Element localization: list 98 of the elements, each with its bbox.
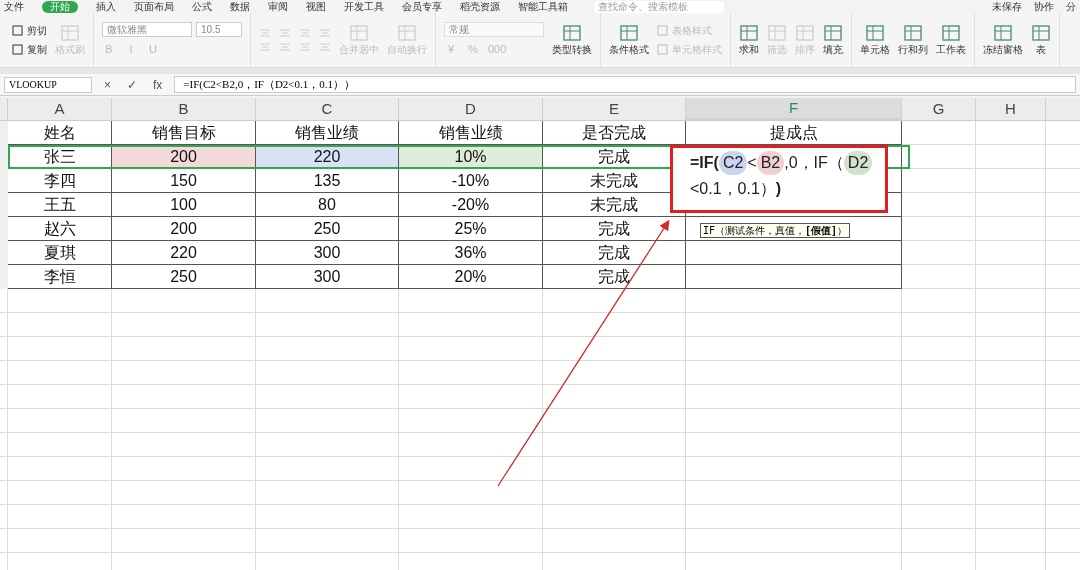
formula-field[interactable]: =IF(C2<B2,0，IF（D2<0.1，0.1）） [174,76,1076,93]
ribbon-button[interactable]: 行和列 [898,23,928,57]
formula-text: =IF( [690,153,719,173]
table-cell: 是否完成 [543,121,686,145]
ribbon-button[interactable]: 表 [1031,23,1051,57]
grid-icon [1031,23,1051,42]
table-cell: 李四 [8,169,112,193]
ribbon-button[interactable]: 复制 [12,42,47,57]
font-field[interactable]: 微软雅黑 [102,22,192,38]
column-header[interactable]: A [8,98,112,120]
table-cell: 姓名 [8,121,112,145]
menu-tab[interactable]: 审阅 [268,0,288,13]
table-cell: 150 [112,169,256,193]
table-cell: 完成 [543,241,686,265]
table-cell: -20% [399,193,543,217]
grid-icon [795,23,815,42]
table-cell: 25% [399,217,543,241]
table-cell: 销售目标 [112,121,256,145]
menu-tab[interactable]: 视图 [306,0,326,13]
menu-tab[interactable]: 数据 [230,0,250,13]
grid-icon [349,23,369,42]
ribbon-button[interactable]: 工作表 [936,23,966,57]
table-cell: -10% [399,169,543,193]
column-header[interactable]: C [256,98,399,120]
column-header[interactable]: D [399,98,543,120]
square-icon [657,44,668,55]
grid-icon [619,23,639,42]
cell-reference: B2 [756,151,785,175]
cell-reference: C2 [718,151,748,175]
formula-button[interactable]: fx [149,75,167,94]
grid-icon [941,23,961,42]
table-cell: 80 [256,193,399,217]
cell-editor[interactable]: =IF( C2 < B2 ,0，IF（ D2 <0.1，0.1）) [670,145,888,213]
menu-tab[interactable]: 插入 [96,0,116,13]
search-field[interactable]: 查找命令、搜索模板 [594,0,724,13]
ribbon-button[interactable]: 冻结窗格 [983,23,1023,57]
grid-icon [397,23,417,42]
table-cell: 36% [399,241,543,265]
table-cell: 销售业绩 [399,121,543,145]
ribbon-button[interactable]: 类型转换 [552,23,592,57]
table-cell: 300 [256,241,399,265]
formula-text: < [747,153,757,173]
grid-icon [823,23,843,42]
menu-tab[interactable]: 开发工具 [344,0,384,13]
column-header[interactable]: B [112,98,256,120]
grid-icon [903,23,923,42]
formula-text: <0.1，0.1） [690,179,776,199]
formula-text: ) [775,179,782,199]
ribbon-button[interactable]: 填充 [823,23,843,57]
ribbon-button[interactable]: 剪切 [12,23,47,38]
grid-icon [993,23,1013,42]
table-cell: 100 [112,193,256,217]
formula-button[interactable]: × [100,75,115,94]
table-cell: 赵六 [8,217,112,241]
table-cell: 220 [112,241,256,265]
menu-tab[interactable]: 页面布局 [134,0,174,13]
square-icon [657,25,668,36]
ribbon-button[interactable]: 单元格 [860,23,890,57]
table-cell: 20% [399,265,543,289]
menu-tab[interactable]: 稻壳资源 [460,0,500,13]
ribbon-button[interactable]: 求和 [739,23,759,57]
toolbar-link[interactable]: 协作 [1034,0,1054,13]
toolbar-link[interactable]: 分 [1066,0,1076,13]
table-cell: 200 [112,217,256,241]
table-cell: 销售业绩 [256,121,399,145]
table-cell: 135 [256,169,399,193]
grid-icon [739,23,759,42]
table-cell: 250 [256,217,399,241]
table-cell: 夏琪 [8,241,112,265]
square-icon [12,44,23,55]
column-header[interactable]: G [902,98,976,120]
square-icon [12,25,23,36]
grid-icon [767,23,787,42]
ribbon-button[interactable]: 条件格式 [609,23,649,57]
table-cell: 王五 [8,193,112,217]
table-cell: 李恒 [8,265,112,289]
cell-reference: D2 [843,151,873,175]
menu-tab[interactable]: 会员专享 [402,0,442,13]
table-cell: 完成 [543,217,686,241]
formula-button[interactable]: ✓ [123,75,141,94]
table-cell: 250 [112,265,256,289]
table-cell: 300 [256,265,399,289]
menu-tab[interactable]: 文件 [4,0,24,13]
name-box[interactable]: VLOOKUP [4,76,92,93]
table-cell: 完成 [543,265,686,289]
row-header[interactable] [0,121,8,145]
menu-tab[interactable]: 智能工具箱 [518,0,568,13]
formula-text: ,0，IF（ [784,153,844,173]
format-field[interactable]: 常规 [444,22,544,38]
row-header[interactable] [0,265,8,289]
function-tooltip: IF（测试条件，真值，[假值]） [700,223,851,238]
grid-icon [562,23,582,42]
toolbar-link[interactable]: 未保存 [992,0,1022,13]
menu-tab[interactable]: 公式 [192,0,212,13]
grid-icon [60,23,80,42]
grid-icon [865,23,885,42]
column-header[interactable]: H [976,98,1046,120]
size-field[interactable]: 10.5 [196,22,242,38]
